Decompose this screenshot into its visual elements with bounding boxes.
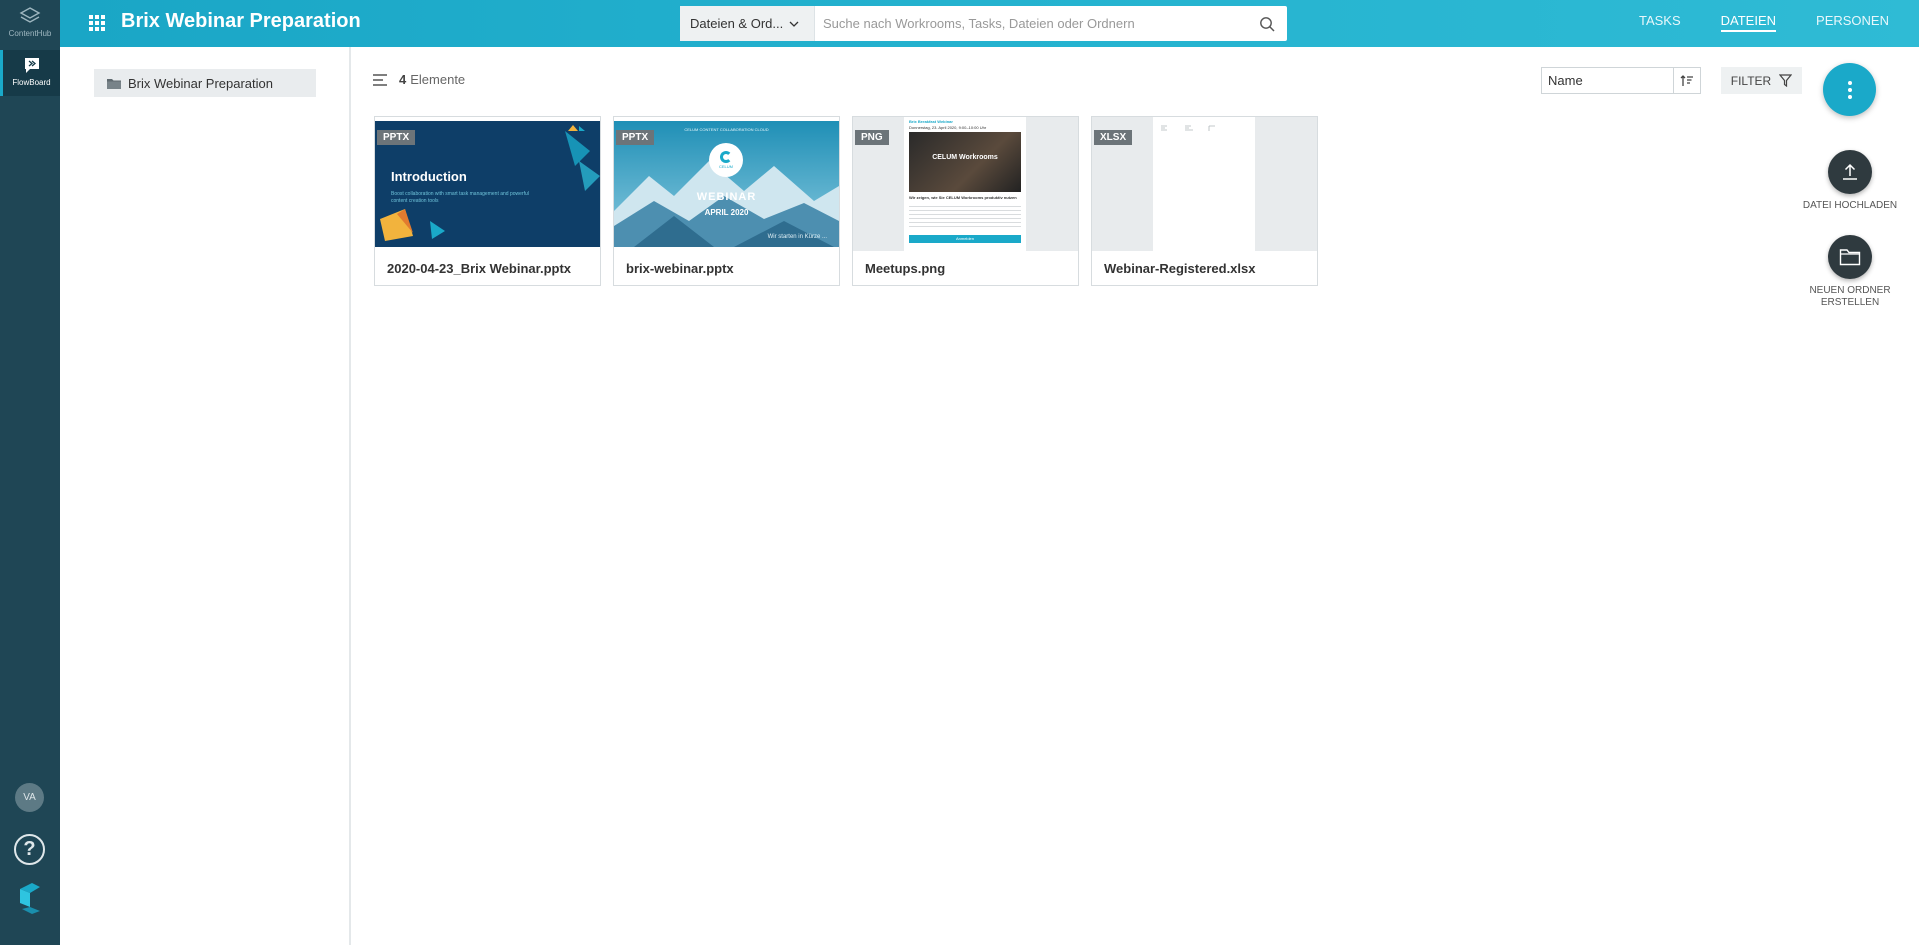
file-name: Webinar-Registered.xlsx [1104, 261, 1256, 276]
file-card[interactable]: Introduction Boost collaboration with sm… [374, 116, 601, 286]
rail-label-flowboard: FlowBoard [12, 78, 51, 87]
avatar[interactable]: VA [15, 783, 44, 812]
search-bar: Dateien & Ord... [680, 6, 1287, 41]
celum-logo-text: CELUM [718, 164, 733, 169]
filter-icon [1779, 74, 1793, 87]
new-folder-action[interactable]: NEUEN ORDNER ERSTELLEN [1800, 235, 1900, 309]
file-card[interactable]: XLSX Webinar-Registered.xlsx [1091, 116, 1318, 286]
item-count-number: 4 [399, 72, 407, 87]
image-preview: Brix Breakfast Webinar Donnerstag, 23. A… [904, 117, 1026, 251]
sort-select[interactable]: Name [1541, 67, 1701, 94]
search-scope-dropdown[interactable]: Dateien & Ord... [680, 6, 815, 41]
search-button[interactable] [1247, 6, 1287, 41]
folder-outline-icon [1839, 249, 1861, 266]
more-actions-button[interactable] [1823, 63, 1876, 116]
celum-logo: CELUM [709, 143, 743, 177]
item-count: 4 Elemente [373, 72, 465, 87]
file-grid: Introduction Boost collaboration with sm… [374, 116, 1318, 286]
folder-tree-item[interactable]: Brix Webinar Preparation [94, 69, 316, 97]
thumb-title: Brix Breakfast Webinar [909, 119, 953, 124]
thumb-subtitle: Boost collaboration with smart task mana… [391, 191, 529, 204]
list-view-icon[interactable] [373, 73, 387, 86]
upload-file-action[interactable]: DATEI HOCHLADEN [1800, 150, 1900, 212]
file-type-badge: XLSX [1094, 130, 1133, 145]
chevron-down-icon [789, 21, 799, 27]
item-count-label: Elemente [410, 72, 466, 87]
upload-icon [1843, 163, 1857, 180]
new-folder-label: NEUEN ORDNER ERSTELLEN [1809, 285, 1890, 309]
thumb-subtitle: APRIL 2020 [704, 208, 749, 217]
thumb-subtitle: Donnerstag, 23. April 2020, 9:00–10:00 U… [909, 125, 987, 130]
file-card[interactable]: CELUM CONTENT COLLABORATION CLOUD CELUM … [613, 116, 840, 286]
folder-tree: Brix Webinar Preparation [60, 47, 351, 945]
tab-personen-label: PERSONEN [1816, 13, 1889, 28]
thumb-banner-text: CELUM Workrooms [932, 154, 998, 161]
rail-item-flowboard[interactable]: FlowBoard [0, 50, 60, 96]
flowboard-icon [24, 58, 39, 73]
tab-tasks[interactable]: TASKS [1639, 0, 1681, 47]
more-dot-icon [1847, 80, 1852, 85]
filter-button-label: FILTER [1730, 73, 1772, 88]
new-folder-label-line-2: ERSTELLEN [1820, 297, 1880, 308]
app-rail: ContentHub FlowBoard VA ? [0, 0, 60, 945]
file-type-badge: PNG [855, 130, 889, 145]
folder-icon [107, 78, 121, 89]
sort-direction-button[interactable] [1673, 68, 1700, 93]
search-icon [1260, 16, 1275, 32]
celum-logo-icon [20, 883, 40, 914]
new-folder-label-line-1: NEUEN ORDNER [1809, 285, 1891, 296]
more-dot-icon [1847, 94, 1852, 99]
search-input[interactable] [815, 6, 1247, 41]
tab-dateien-label: DATEIEN [1720, 13, 1777, 32]
nav-tabs: TASKS DATEIEN PERSONEN [1599, 0, 1889, 47]
file-name: Meetups.png [865, 261, 946, 276]
spreadsheet-preview [1153, 117, 1255, 251]
top-bar: Brix Webinar Preparation Dateien & Ord..… [60, 0, 1919, 47]
thumb-footer: Wir starten in Kürze ... [767, 234, 827, 240]
file-type-badge: PPTX [616, 130, 655, 145]
file-name: brix-webinar.pptx [626, 261, 734, 276]
thumb-button: Anmelden [909, 235, 1021, 243]
file-name: 2020-04-23_Brix Webinar.pptx [387, 261, 572, 276]
upload-button[interactable] [1828, 150, 1872, 194]
sort-select-label: Name [1548, 73, 1583, 88]
tab-dateien[interactable]: DATEIEN [1720, 0, 1777, 47]
help-icon[interactable]: ? [14, 834, 45, 865]
thumb-text-lines [909, 203, 1021, 227]
upload-file-label: DATEI HOCHLADEN [1802, 200, 1898, 211]
file-type-badge: PPTX [377, 130, 416, 145]
tab-personen[interactable]: PERSONEN [1816, 0, 1889, 47]
celum-logo-mark [720, 151, 732, 163]
layers-icon [19, 7, 41, 23]
tab-tasks-label: TASKS [1638, 13, 1681, 28]
more-dot-icon [1847, 87, 1852, 92]
thumb-title: Introduction [391, 169, 467, 184]
thumb-banner: CELUM Workrooms [909, 132, 1021, 192]
folder-tree-item-label: Brix Webinar Preparation [128, 75, 273, 91]
spreadsheet-lines-icon [1161, 125, 1215, 131]
sort-icon [1680, 74, 1693, 86]
search-scope-label: Dateien & Ord... [690, 16, 784, 31]
file-card[interactable]: Brix Breakfast Webinar Donnerstag, 23. A… [852, 116, 1079, 286]
rail-item-contenthub[interactable]: ContentHub [0, 6, 60, 46]
thumb-body-text: Wir zeigen, wie Sie CELUM Workrooms prod… [909, 195, 1017, 200]
new-folder-button[interactable] [1828, 235, 1872, 279]
thumb-title: WEBINAR [696, 191, 757, 203]
rail-label-contenthub: ContentHub [8, 29, 52, 38]
apps-grid-icon[interactable] [89, 15, 105, 31]
page-title: Brix Webinar Preparation [121, 10, 361, 32]
filter-button[interactable]: FILTER [1721, 67, 1802, 94]
